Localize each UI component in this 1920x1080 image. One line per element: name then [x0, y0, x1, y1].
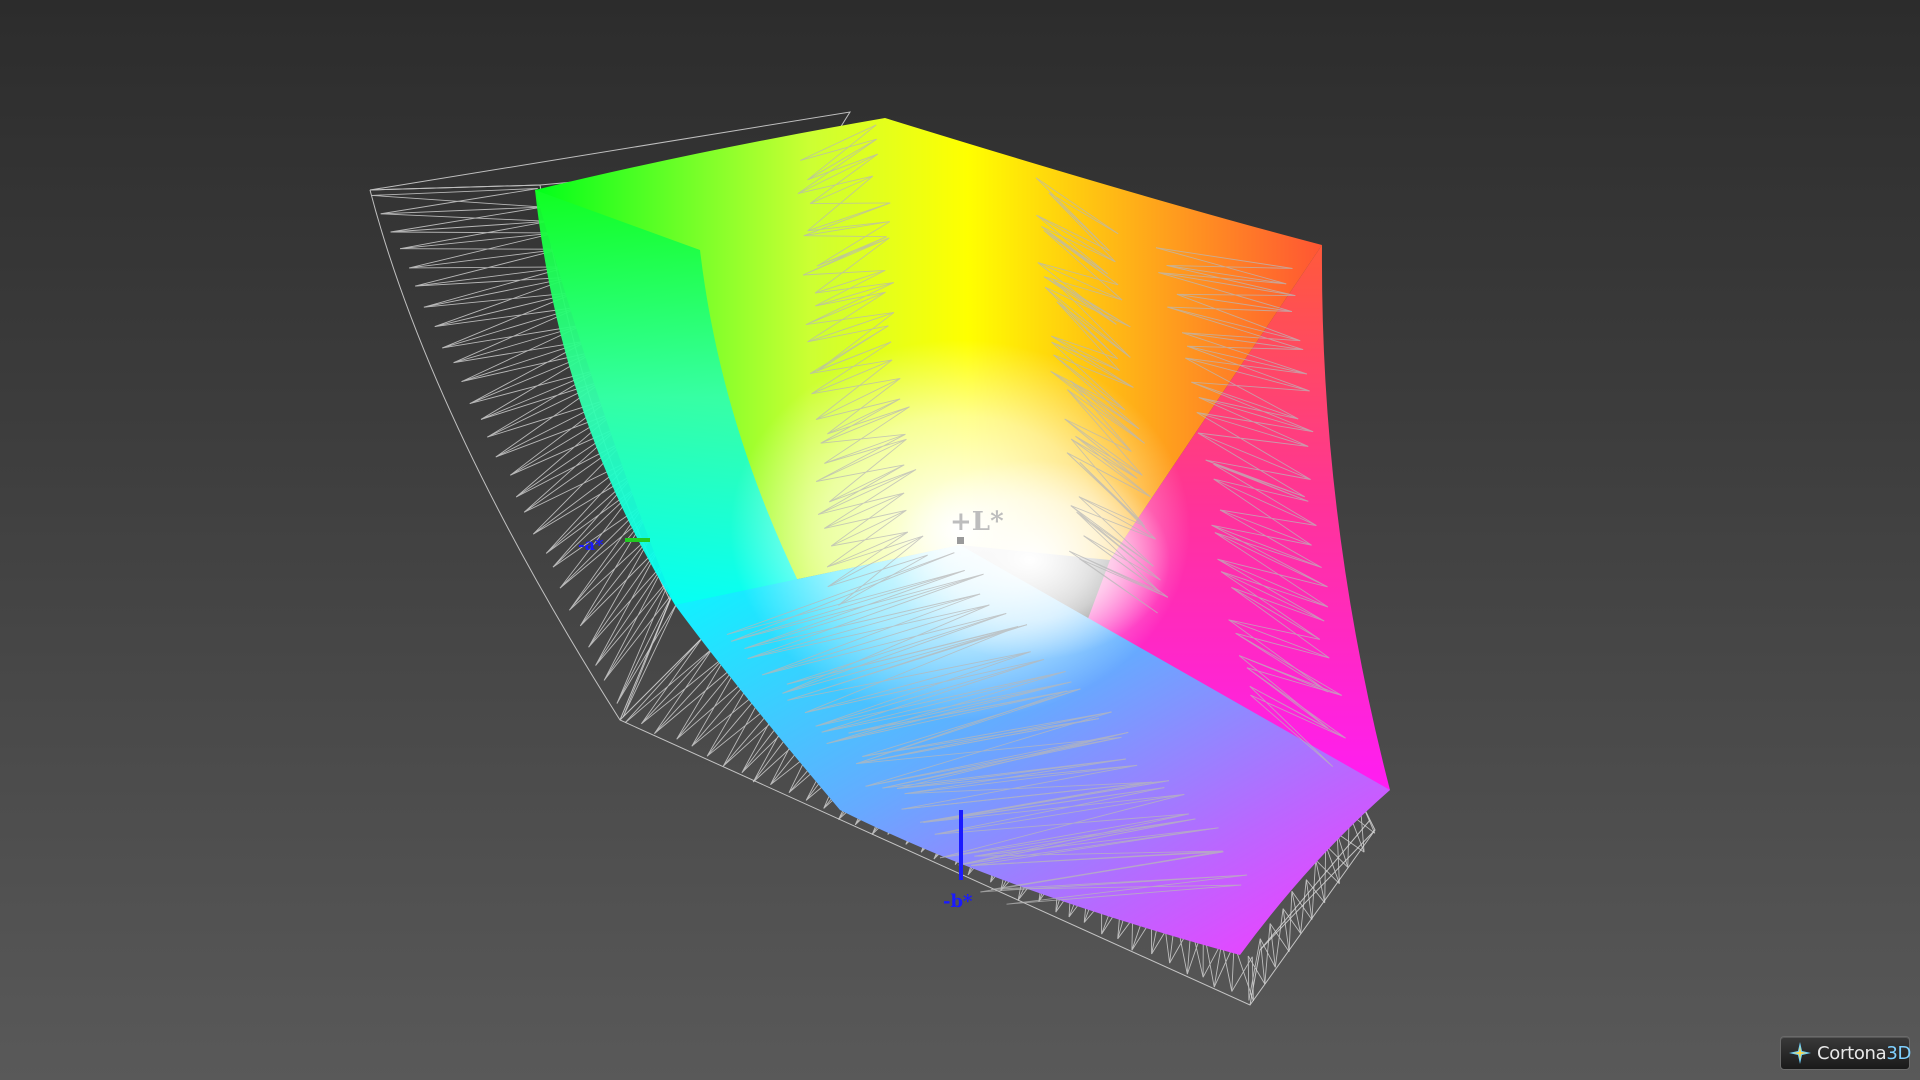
- logo-main-text: Cortona: [1817, 1042, 1887, 1064]
- wire-segment: [1269, 908, 1290, 968]
- cortona3d-logo[interactable]: Cortona3D: [1780, 1036, 1911, 1070]
- gamut-scene[interactable]: +L* -a* -b*: [0, 0, 1920, 1080]
- l-axis-marker: [957, 537, 964, 544]
- a-axis-label: -a*: [578, 535, 604, 554]
- wire-segment: [380, 206, 549, 233]
- 3d-viewport[interactable]: +L* -a* -b*: [0, 0, 1920, 1080]
- l-axis-label: +L*: [950, 507, 1004, 537]
- logo-text: Cortona3D: [1817, 1043, 1911, 1064]
- wire-segment: [390, 220, 556, 250]
- wire-segment: [400, 232, 561, 269]
- wire-segment: [1259, 923, 1276, 985]
- cortona-star-icon: [1789, 1042, 1811, 1064]
- b-axis-label: -b*: [943, 891, 973, 912]
- wire-segment: [409, 248, 568, 287]
- logo-suffix-text: 3D: [1886, 1042, 1912, 1064]
